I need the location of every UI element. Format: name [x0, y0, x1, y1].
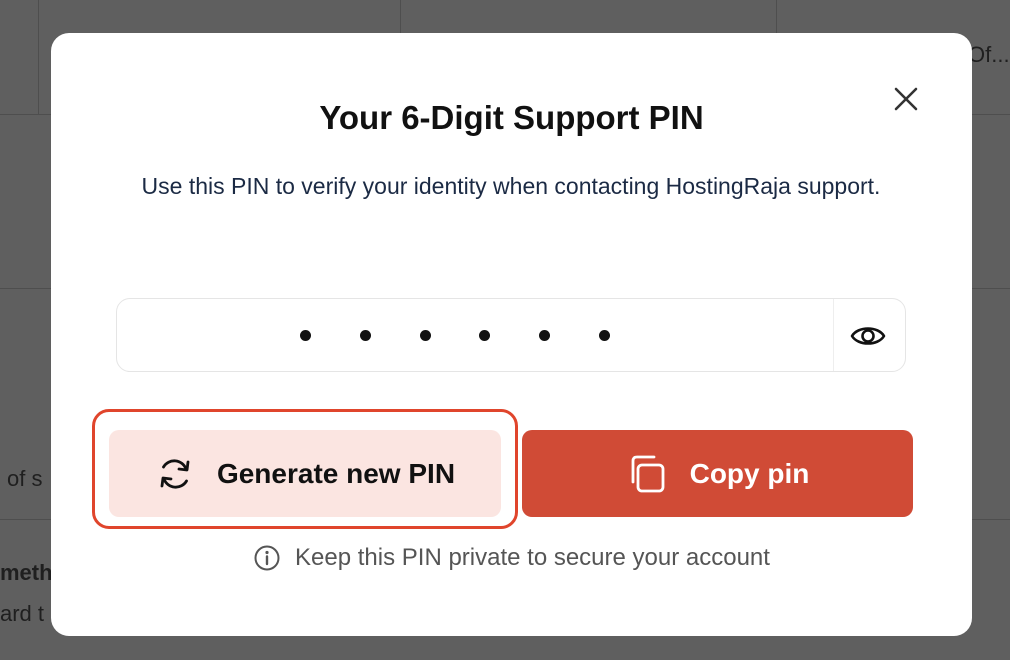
security-note: Keep this PIN private to secure your acc…	[51, 544, 972, 572]
eye-icon	[850, 327, 886, 345]
generate-new-pin-button[interactable]: Generate new PIN	[109, 430, 501, 517]
pin-dot	[419, 329, 431, 341]
pin-dot	[539, 329, 551, 341]
modal-title: Your 6-Digit Support PIN	[319, 99, 704, 136]
bg-bold-text: meth	[0, 560, 53, 585]
generate-new-pin-label: Generate new PIN	[216, 457, 456, 489]
pin-masked-value	[300, 328, 610, 342]
pin-dot	[598, 329, 610, 341]
copy-pin-button[interactable]: Copy pin	[522, 430, 913, 517]
copy-icon	[631, 455, 665, 492]
copy-pin-label: Copy pin	[689, 457, 810, 489]
pin-display-field[interactable]	[116, 298, 906, 372]
toggle-pin-visibility-button[interactable]	[849, 317, 887, 355]
info-icon	[254, 545, 280, 571]
modal-subtitle: Use this PIN to verify your identity whe…	[141, 173, 881, 199]
refresh-icon	[160, 458, 190, 489]
security-note-text: Keep this PIN private to secure your acc…	[295, 544, 770, 571]
bg-sub-text: ard t	[0, 601, 45, 626]
bg-row-text: of s	[7, 466, 43, 491]
bg-column-divider	[38, 0, 39, 115]
pin-dot	[300, 329, 311, 341]
support-pin-modal: Your 6-Digit Support PIN Use this PIN to…	[51, 33, 972, 636]
pin-dot	[479, 329, 491, 341]
pin-dot	[359, 329, 371, 341]
bg-header-text: Of...	[968, 42, 1010, 67]
pin-field-divider	[833, 299, 834, 371]
